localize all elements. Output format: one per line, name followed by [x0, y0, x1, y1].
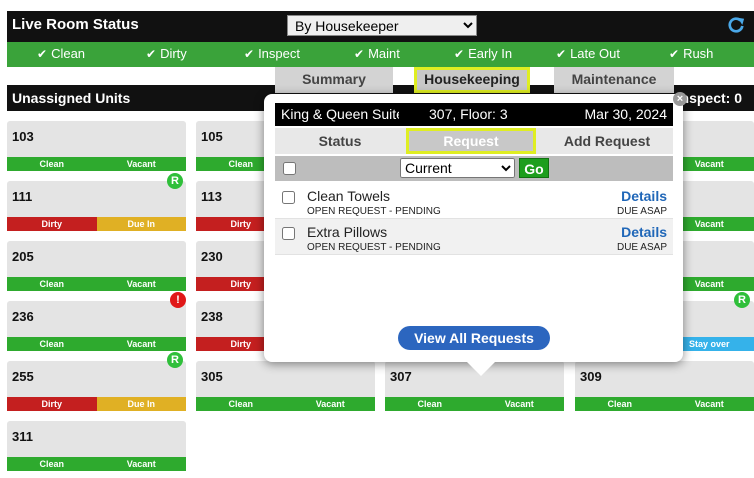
request-status: OPEN REQUEST - PENDING [307, 242, 441, 253]
checkmark-icon: ✔ [37, 47, 48, 61]
checkmark-icon: ✔ [354, 47, 365, 61]
room-request-popup: King & Queen Suite 307, Floor: 3 Mar 30,… [264, 94, 683, 376]
request-row: Clean Towels OPEN REQUEST - PENDING Deta… [275, 183, 673, 219]
request-name: Extra Pillows [307, 224, 388, 240]
view-all-requests-button[interactable]: View All Requests [398, 326, 550, 350]
filter-inspect[interactable]: ✔ Inspect [244, 46, 300, 61]
select-all-checkbox[interactable] [283, 162, 296, 175]
room-number: 305 [201, 369, 223, 384]
room-number: 309 [580, 369, 602, 384]
rush-badge-icon: R [167, 352, 183, 368]
popup-pointer [467, 362, 495, 376]
room-type: King & Queen Suite [281, 106, 399, 122]
room-status: Dirty [7, 397, 97, 411]
room-number: 205 [12, 249, 34, 264]
room-tile-311[interactable]: 311 Clean Vacant [7, 421, 186, 471]
rush-badge-icon: R [167, 173, 183, 189]
close-icon[interactable]: × [673, 92, 687, 106]
room-number: 105 [201, 129, 223, 144]
room-tile-255[interactable]: 255 Dirty Due In [7, 361, 186, 411]
request-due: DUE ASAP [616, 206, 667, 217]
room-tile-103[interactable]: 103 Clean Vacant [7, 121, 186, 171]
status-filter-bar: ✔ Clean ✔ Dirty ✔ Inspect ✔ Maint ✔ Early In … [7, 42, 754, 67]
request-checkbox[interactable] [282, 191, 295, 204]
room-tile-111[interactable]: 111 Dirty Due In [7, 181, 186, 231]
request-status: OPEN REQUEST - PENDING [307, 206, 441, 217]
filter-rush[interactable]: ✔ Rush [669, 46, 713, 61]
occupancy-status: Vacant [96, 157, 186, 171]
occupancy-status: Vacant [474, 397, 564, 411]
room-number: 111 [12, 189, 33, 204]
checkmark-icon: ✔ [146, 47, 157, 61]
occupancy-status: Vacant [96, 337, 186, 351]
filter-late-out[interactable]: ✔ Late Out [556, 46, 620, 61]
checkmark-icon: ✔ [454, 47, 465, 61]
subtab-request[interactable]: Request [406, 128, 536, 154]
occupancy-status: Vacant [96, 457, 186, 471]
request-row: Extra Pillows OPEN REQUEST - PENDING Det… [275, 219, 673, 255]
occupancy-status: Vacant [664, 397, 754, 411]
filter-maint[interactable]: ✔ Maint [354, 46, 400, 61]
request-filter-row: Current Go [275, 156, 673, 181]
request-checkbox[interactable] [282, 227, 295, 240]
room-number: 103 [12, 129, 34, 144]
occupancy-status: Due In [96, 217, 186, 231]
room-status: Clean [7, 277, 97, 291]
room-floor: 307, Floor: 3 [429, 106, 508, 122]
room-status: Clean [385, 397, 475, 411]
tab-housekeeping[interactable]: Housekeeping [414, 67, 530, 93]
tab-maintenance[interactable]: Maintenance [554, 67, 674, 93]
tab-summary[interactable]: Summary [275, 67, 393, 93]
details-link[interactable]: Details [621, 224, 667, 240]
room-status: Clean [196, 397, 286, 411]
room-number: 113 [201, 189, 222, 204]
room-status: Clean [7, 457, 97, 471]
filter-clean[interactable]: ✔ Clean [37, 46, 85, 61]
room-number: 238 [201, 309, 223, 324]
occupancy-status: Vacant [96, 277, 186, 291]
refresh-icon[interactable] [727, 16, 745, 34]
request-name: Clean Towels [307, 188, 391, 204]
room-tile-305[interactable]: 305 Clean Vacant [196, 361, 375, 411]
rush-badge-icon: R [734, 292, 750, 308]
details-link[interactable]: Details [621, 188, 667, 204]
checkmark-icon: ✔ [669, 47, 680, 61]
room-number: 255 [12, 369, 34, 384]
request-due: DUE ASAP [616, 242, 667, 253]
room-number: 311 [12, 429, 33, 444]
popup-date: Mar 30, 2024 [584, 106, 668, 122]
room-status: Clean [575, 397, 665, 411]
room-number: 230 [201, 249, 223, 264]
room-number: 236 [12, 309, 34, 324]
checkmark-icon: ✔ [556, 47, 567, 61]
go-button[interactable]: Go [519, 158, 549, 178]
page-title: Live Room Status [12, 16, 139, 33]
section-title: Unassigned Units [12, 90, 131, 106]
checkmark-icon: ✔ [244, 47, 255, 61]
occupancy-status: Due In [96, 397, 186, 411]
room-status: Dirty [7, 217, 97, 231]
filter-early-in[interactable]: ✔ Early In [454, 46, 512, 61]
room-status: Clean [7, 157, 97, 171]
room-number: 307 [390, 369, 412, 384]
room-tile-205[interactable]: 205 Clean Vacant [7, 241, 186, 291]
room-tile-309[interactable]: 309 Clean Vacant [575, 361, 754, 411]
subtab-add-request[interactable]: Add Request [555, 128, 659, 154]
view-select[interactable]: By Housekeeper [287, 15, 477, 36]
filter-dirty[interactable]: ✔ Dirty [146, 46, 187, 61]
alert-icon: ! [170, 292, 186, 308]
room-status: Clean [7, 337, 97, 351]
popup-header: King & Queen Suite 307, Floor: 3 Mar 30,… [275, 103, 673, 126]
subtab-status[interactable]: Status [295, 128, 385, 154]
top-bar: Live Room Status By Housekeeper [7, 11, 754, 42]
room-tile-236[interactable]: 236 Clean Vacant [7, 301, 186, 351]
popup-subtabs: Status Request Add Request [275, 128, 673, 154]
occupancy-status: Vacant [285, 397, 375, 411]
request-filter-select[interactable]: Current [400, 158, 515, 178]
